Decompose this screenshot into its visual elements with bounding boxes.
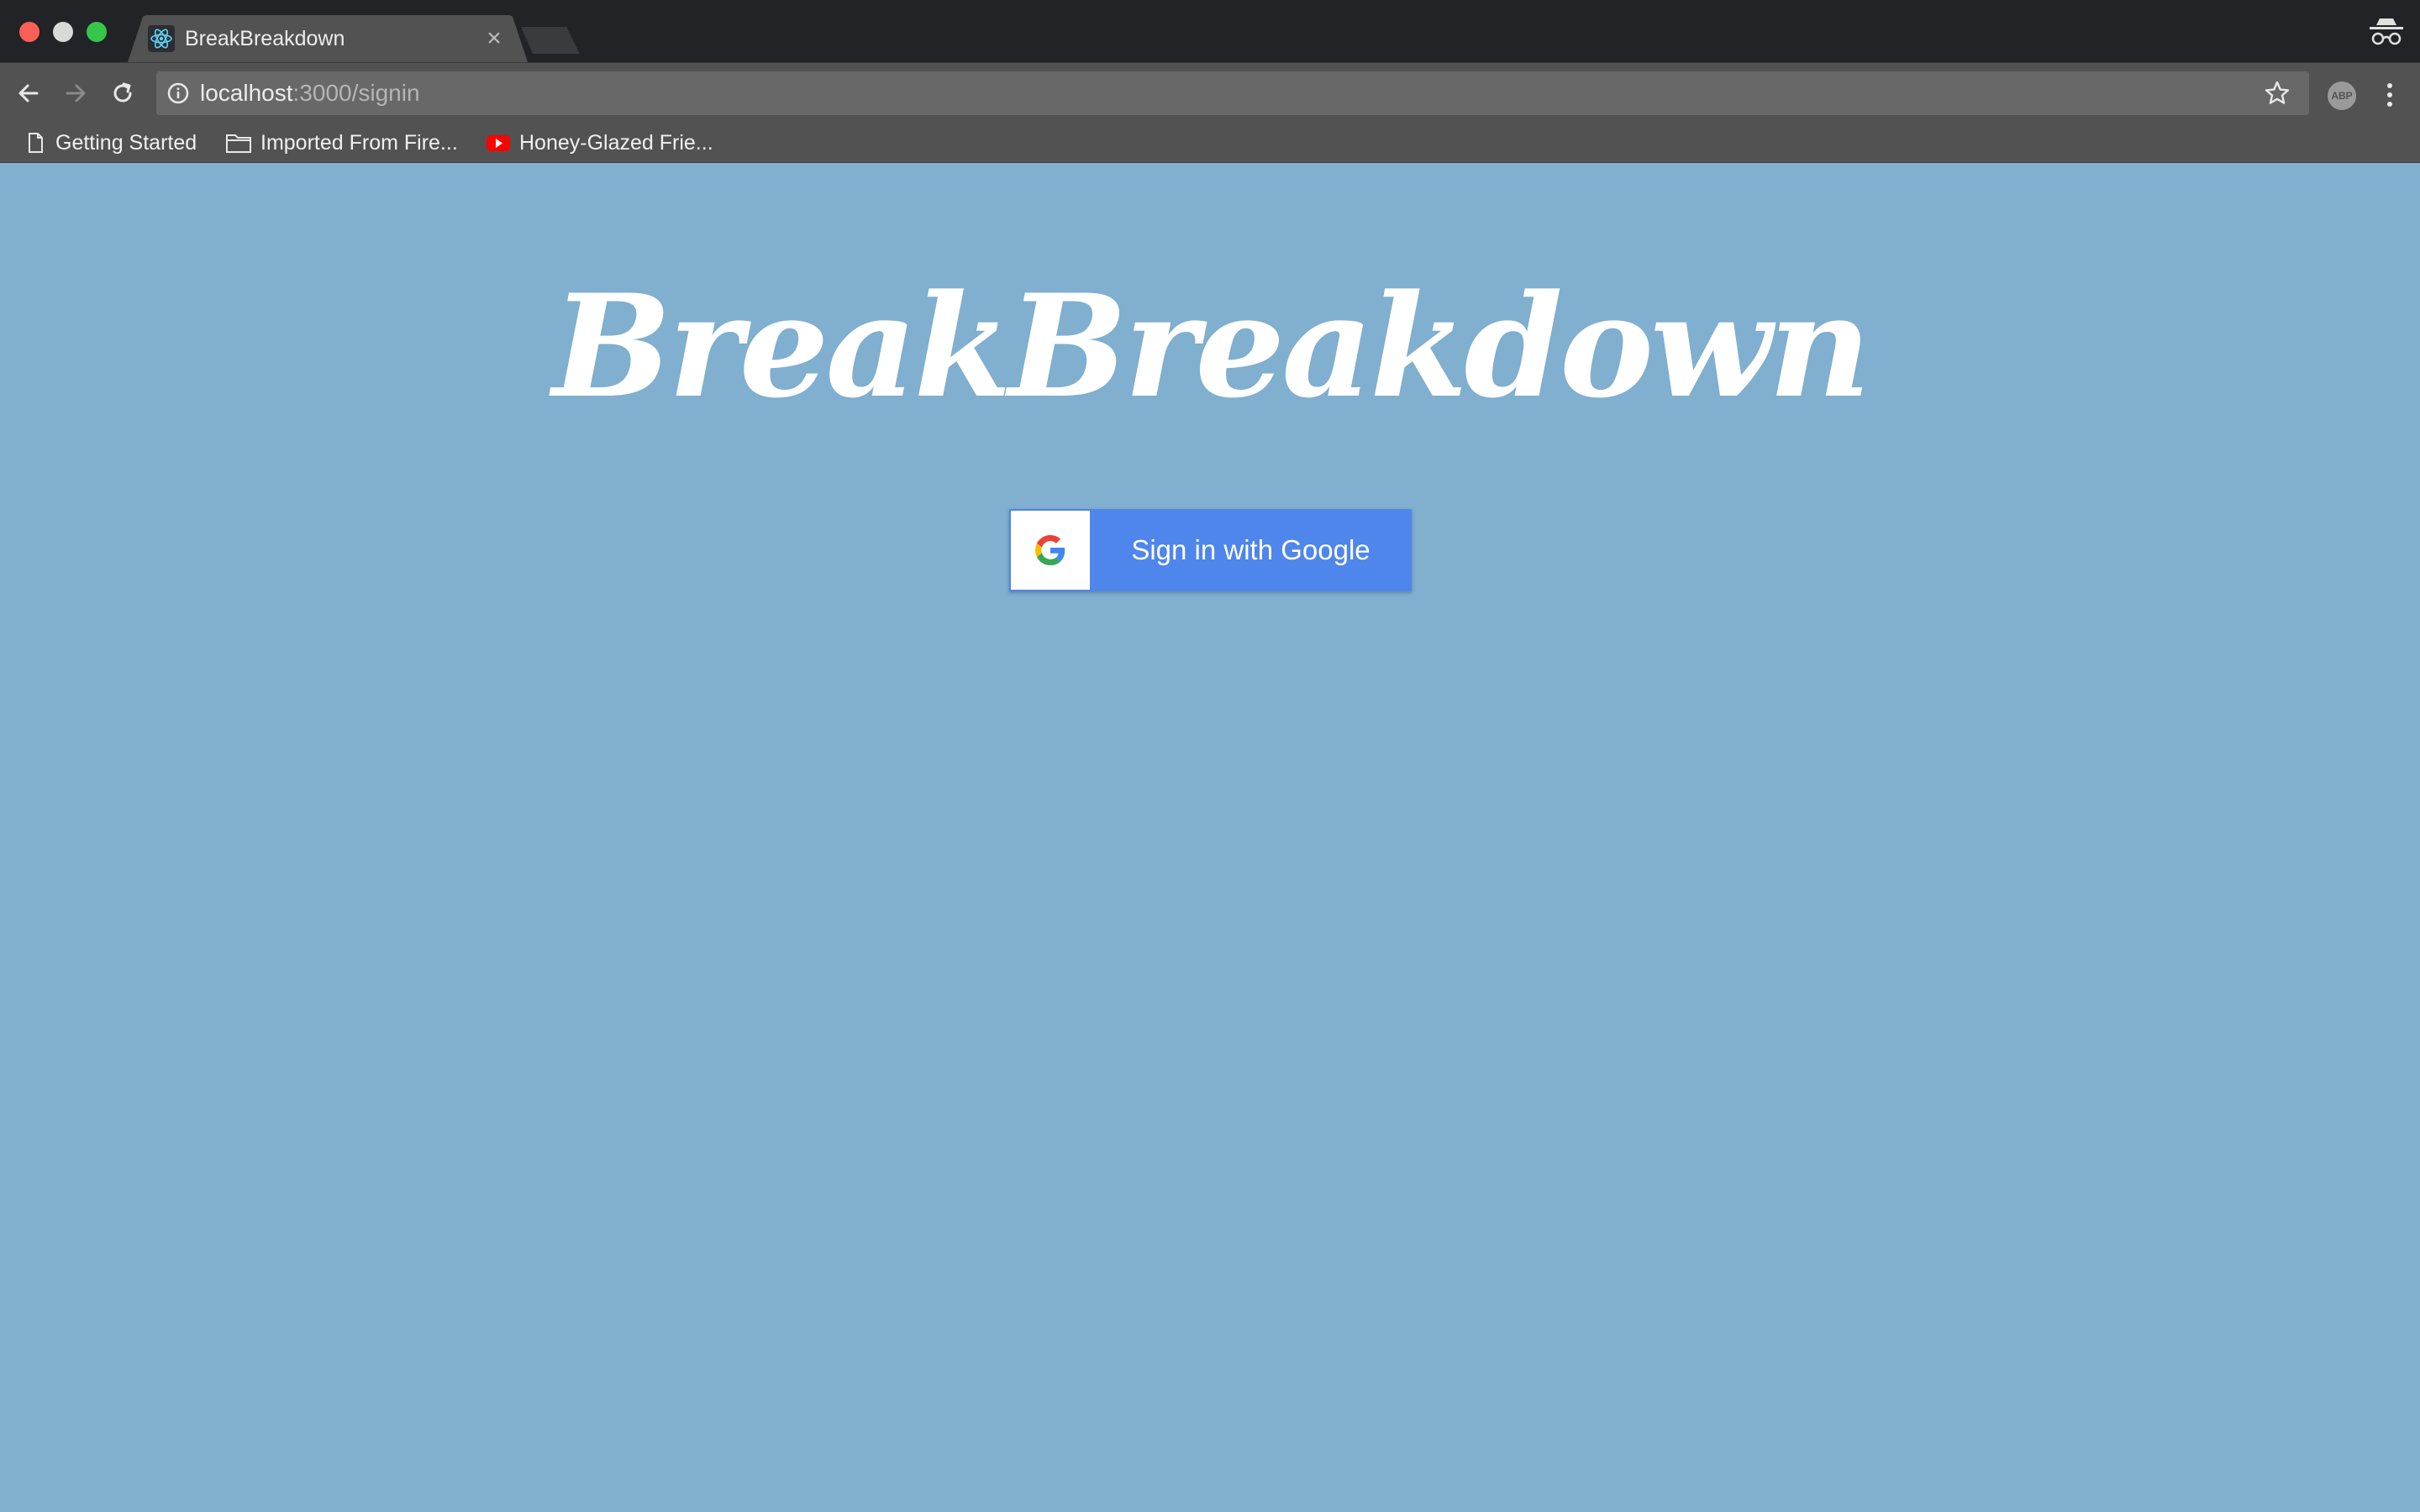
address-bar[interactable]: localhost:3000/signin <box>156 71 2309 115</box>
bookmark-label: Getting Started <box>55 130 197 155</box>
bookmarks-bar: Getting Started Imported From Fire... Ho… <box>0 123 2420 163</box>
react-logo-icon <box>148 25 175 52</box>
incognito-icon <box>2370 18 2403 45</box>
google-button-label: Sign in with Google <box>1131 534 1370 565</box>
browser-toolbar: localhost:3000/signin ABP <box>0 62 2420 123</box>
reload-icon[interactable] <box>109 80 136 107</box>
forward-arrow-icon[interactable] <box>62 80 89 107</box>
folder-icon <box>226 134 251 153</box>
bookmark-youtube-video[interactable]: Honey-Glazed Frie... <box>486 123 713 163</box>
page-icon <box>29 133 43 153</box>
back-arrow-icon[interactable] <box>15 80 42 107</box>
browser-menu-icon[interactable] <box>2381 80 2398 110</box>
tab-active[interactable]: BreakBreakdown × <box>128 15 528 62</box>
youtube-icon <box>487 135 510 151</box>
address-url[interactable]: localhost:3000/signin <box>200 71 420 115</box>
bookmark-imported-folder[interactable]: Imported From Fire... <box>225 123 458 163</box>
adblock-extension-icon[interactable]: ABP <box>2328 81 2356 110</box>
bookmark-star-icon[interactable] <box>2264 80 2291 107</box>
new-tab-button[interactable] <box>521 27 580 54</box>
url-path: :3000/signin <box>292 80 420 106</box>
window-minimize-button[interactable] <box>53 22 73 42</box>
bookmark-label: Honey-Glazed Frie... <box>519 130 713 155</box>
window-titlebar: BreakBreakdown × <box>0 0 2420 62</box>
bookmark-getting-started[interactable]: Getting Started <box>24 123 197 163</box>
app-brand-title: BreakBreakdown <box>552 263 1871 429</box>
page-content: BreakBreakdown Sign in with Google <box>0 163 2420 1512</box>
tab-title: BreakBreakdown <box>185 27 345 50</box>
window-maximize-button[interactable] <box>87 22 107 42</box>
sign-in-with-google-button[interactable]: Sign in with Google <box>1009 509 1412 591</box>
window-close-button[interactable] <box>19 22 39 42</box>
site-info-icon[interactable] <box>166 81 190 105</box>
google-g-icon <box>1035 535 1065 565</box>
tab-close-icon[interactable]: × <box>481 25 508 52</box>
google-logo-box <box>1011 511 1090 590</box>
url-host: localhost <box>200 80 293 106</box>
bookmark-label: Imported From Fire... <box>260 130 458 155</box>
